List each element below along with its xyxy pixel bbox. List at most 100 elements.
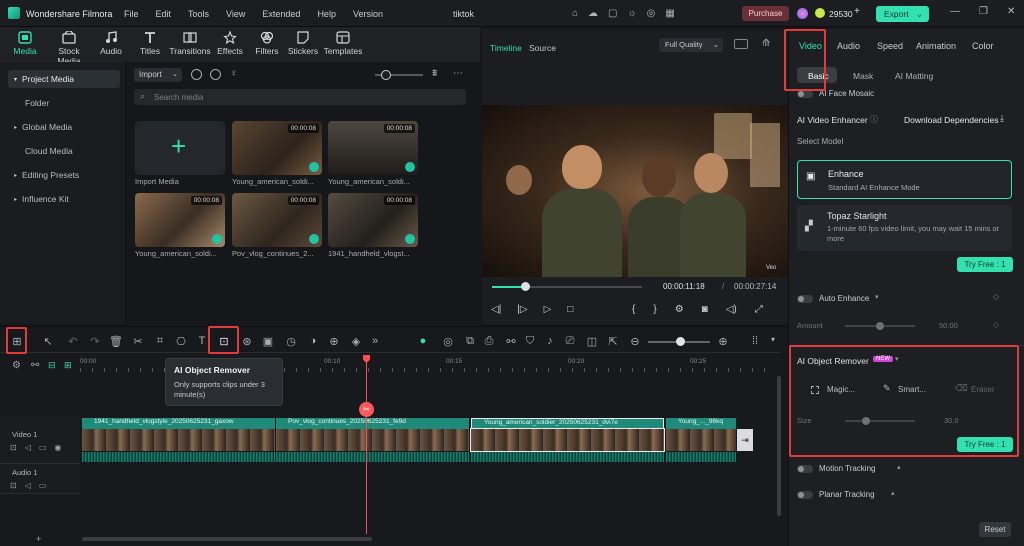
media-clip[interactable]: 00:00:08 [328,193,418,247]
model-enhance-card[interactable]: ▣ Enhance Standard AI Enhance Mode [797,160,1012,199]
timeline-zoom-slider[interactable] [648,337,710,346]
tab-effects[interactable]: Effects [211,31,249,56]
download-dependencies-link[interactable]: Download Dependencies [904,115,999,125]
lock-icon[interactable]: ⊡ [10,481,17,490]
timeline-clip-selected[interactable] [470,428,665,452]
keyframe-icon[interactable]: ◇ [993,320,999,329]
reset-button[interactable]: Reset [979,522,1011,537]
play-icon[interactable]: ▷ [544,304,552,315]
planar-tracking-toggle[interactable] [797,491,813,499]
snapshot-icon[interactable]: ◙ [702,304,708,315]
zoom-slider[interactable] [375,70,423,80]
tab-titles[interactable]: Titles [131,31,169,56]
mark-out-icon[interactable]: } [653,304,656,315]
tab-audio-props[interactable]: Audio [837,41,860,51]
microphone-icon[interactable]: ♪ [543,335,557,347]
select-tool-icon[interactable]: ↖ [41,335,55,348]
zoom-in-icon[interactable]: ⊕ [716,335,730,348]
tab-timeline[interactable]: Timeline [490,43,522,53]
motion-tracking-toggle[interactable] [797,465,813,473]
auto-enhance-toggle[interactable] [797,295,813,303]
beat-icon[interactable]: ⎚ [563,335,577,348]
export-button[interactable]: Export ⌄ [876,6,929,22]
tab-media[interactable]: Media [6,31,44,56]
marker-icon[interactable]: ⎙ [482,335,496,348]
menu-help[interactable]: Help [317,9,336,19]
amount-slider[interactable] [845,322,915,330]
stop-icon[interactable]: □ [567,304,573,315]
prev-frame-icon[interactable]: ◁| [491,304,501,315]
menu-edit[interactable]: Edit [156,9,172,19]
search-input[interactable]: ⌕ Search media [134,89,466,105]
delete-icon[interactable]: 🗑 [109,335,123,348]
audio-mix-icon[interactable]: ◫ [585,335,599,348]
video-preview[interactable]: Veo [482,105,788,277]
tab-animation[interactable]: Animation [916,41,956,51]
menu-view[interactable]: View [226,9,245,19]
motion-icon[interactable]: ◈ [349,335,363,348]
try-free-enhancer-button[interactable]: Try Free : 1 [957,257,1013,272]
import-media-tile[interactable]: + [135,121,225,175]
sidebar-item-cloud-media[interactable]: Cloud Media [8,142,120,160]
sidebar-item-influence-kit[interactable]: ▸ Influence Kit [8,190,120,208]
timeline-clip-label[interactable]: 1941_handheld_vlogstyle_20250625231_gaxo… [82,418,275,429]
sidebar-item-folder[interactable]: Folder [8,94,120,112]
audio-volume-icon[interactable]: ◁) [726,304,737,315]
sidebar-item-global-media[interactable]: ▸ Global Media [8,118,120,136]
transition-marker[interactable]: ⇥ [737,429,753,451]
subtab-mask[interactable]: Mask [853,71,873,81]
media-clip[interactable]: 00:00:08 [232,193,322,247]
media-clip[interactable]: 00:00:08 [135,193,225,247]
playback-handle[interactable] [521,282,530,291]
timeline-clip-label-selected[interactable]: Young_american_soldier_20250625231_dvi7e [471,418,664,429]
sidebar-item-editing-presets[interactable]: ▸ Editing Presets [8,166,120,184]
menu-tools[interactable]: Tools [188,9,209,19]
eye-icon[interactable]: ◉ [54,443,61,452]
amount-slider-handle[interactable] [876,322,884,330]
voiceover-icon[interactable]: ♀ [230,68,238,79]
media-clip[interactable]: 00:00:08 [328,121,418,175]
track-settings-icon[interactable]: ⚙ [12,360,21,371]
layout-icon[interactable]: ⁞⁞ [748,335,762,347]
close-icon[interactable]: ✕ [1007,6,1015,17]
folder-icon[interactable]: ▭ [39,443,47,452]
auto-ripple-icon[interactable]: ⊞ [64,360,72,371]
model-topaz-card[interactable]: ▞ Topaz Starlight 1-minute 60 fps video … [797,205,1012,251]
color-match-icon[interactable]: ◑ [306,335,320,347]
folder-icon[interactable]: ▭ [39,481,47,490]
render-icon[interactable]: ◎ [441,335,455,348]
bulb-icon[interactable]: ☼ [628,8,637,19]
help-icon[interactable]: ⓘ [870,114,878,125]
more-tools-icon[interactable]: » [368,335,382,347]
ai-copilot-icon[interactable]: ● [416,335,430,347]
cloud-icon[interactable]: ☁ [588,8,598,19]
support-icon[interactable]: ◎ [647,8,656,19]
add-track-icon[interactable]: + [36,534,41,544]
timeline-clip[interactable] [276,429,469,451]
split-scissors-icon[interactable]: ✂ [359,402,374,417]
tab-templates[interactable]: Templates [322,31,364,56]
face-mosaic-toggle[interactable] [797,90,813,98]
stabilize-icon[interactable]: ⊕ [327,335,341,348]
tab-speed[interactable]: Speed [877,41,903,51]
grid-icon[interactable]: ▦ [665,8,674,19]
tab-stickers[interactable]: Stickers [284,31,322,56]
sidebar-item-project-media[interactable]: ▾ Project Media [8,70,120,88]
tab-audio[interactable]: Audio [94,31,128,56]
speaker-icon[interactable]: ◁ [25,481,31,490]
zoom-out-icon[interactable]: ⊖ [628,335,642,348]
timeline-zoom-handle[interactable] [676,337,685,346]
tab-transitions[interactable]: Transitions [168,31,212,56]
timeline-horizontal-scrollbar[interactable] [82,537,372,541]
record-icon[interactable] [191,69,202,80]
timeline-clip-label[interactable]: Pov_vlog_continues_20250625231_fe9d [276,418,469,429]
tab-stock-media[interactable]: Stock Media [46,31,92,66]
add-credits-icon[interactable]: + [854,6,860,17]
avatar[interactable] [797,8,808,19]
speed-icon[interactable]: ◷ [284,335,298,348]
keyframe-icon[interactable]: ◇ [993,292,999,301]
amount-value[interactable]: 50.00 [939,321,958,330]
link-tracks-icon[interactable]: ⚯ [31,360,39,371]
media-box-icon[interactable]: ▢ [608,8,617,19]
text-icon[interactable]: T [195,335,209,347]
